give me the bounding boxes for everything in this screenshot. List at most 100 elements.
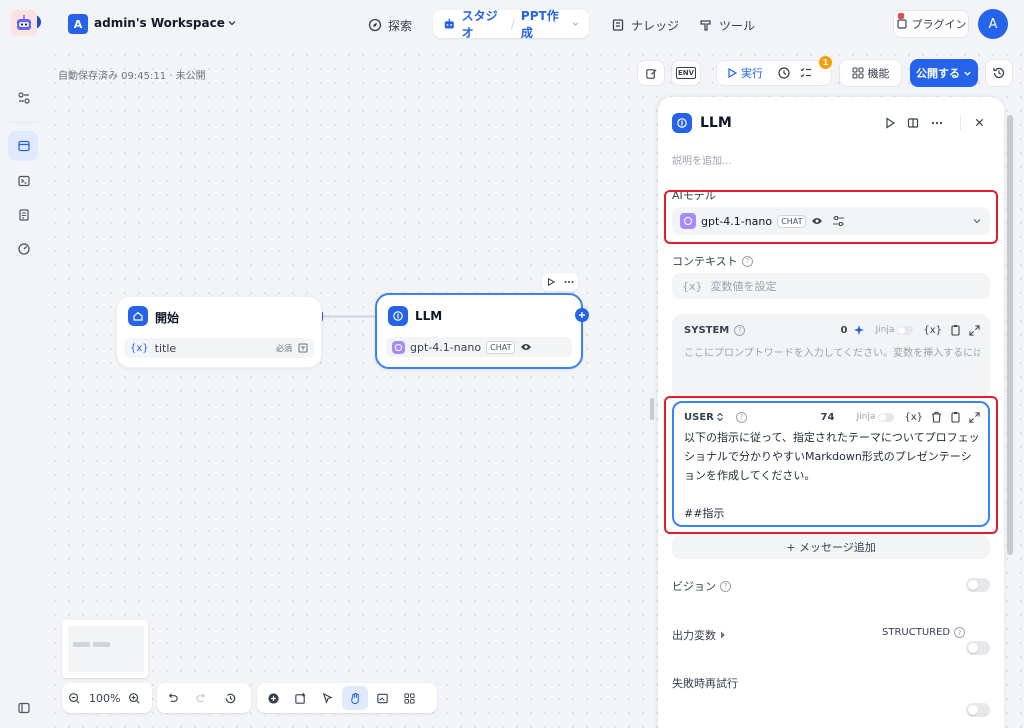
model-mode-tag: CHAT — [486, 340, 516, 354]
add-node-icon[interactable] — [267, 692, 280, 705]
context-placeholder: 変数値を設定 — [710, 280, 777, 293]
structured-output-toggle[interactable] — [966, 641, 990, 655]
context-prefix: {x} — [682, 279, 703, 293]
monitor-gauge-icon[interactable] — [14, 239, 34, 259]
export-image-icon[interactable] — [376, 692, 389, 705]
redo-icon[interactable] — [195, 692, 208, 705]
hammer-icon — [700, 20, 711, 31]
plugin-button[interactable]: プラグイン — [893, 10, 969, 38]
features-label: 機能 — [867, 67, 890, 80]
grid-icon — [852, 67, 863, 79]
pointer-icon[interactable] — [321, 692, 334, 705]
vision-toggle[interactable] — [966, 578, 990, 592]
home-icon — [128, 306, 148, 326]
nav-explore-label: 探索 — [388, 18, 413, 33]
llm-model-row[interactable]: gpt-4.1-nano CHAT — [386, 337, 572, 357]
orchestrate-icon[interactable] — [14, 136, 34, 156]
undo-icon[interactable] — [166, 692, 179, 705]
history-clock-icon — [778, 67, 790, 79]
nav-studio[interactable]: スタジオ / PPT作成 — [433, 7, 589, 41]
more-icon[interactable] — [931, 121, 943, 125]
required-label: 必須 — [276, 343, 292, 353]
app-info-button[interactable] — [637, 60, 665, 86]
system-token-count: 0 — [840, 324, 848, 336]
context-label-text: コンテキスト — [672, 255, 738, 268]
app-icon[interactable] — [11, 10, 37, 36]
run-controls: 実行 — [716, 60, 832, 86]
help-icon[interactable]: ? — [720, 580, 731, 592]
start-variable-row[interactable]: {x} title 必須 — [124, 338, 314, 358]
run-node-icon[interactable] — [884, 117, 896, 129]
copy-icon[interactable] — [950, 324, 961, 336]
panel-resize-handle[interactable] — [650, 398, 654, 420]
add-message-button[interactable]: + メッセージ追加 — [672, 535, 990, 559]
user-avatar[interactable]: A — [978, 9, 1008, 39]
compass-icon — [368, 18, 382, 32]
settings-sliders-icon[interactable] — [14, 88, 34, 108]
history-icon[interactable] — [224, 692, 237, 705]
chevron-down-icon — [572, 22, 578, 26]
expand-icon[interactable] — [969, 324, 980, 336]
env-button[interactable]: ENV — [671, 60, 701, 86]
plugin-label: プラグイン — [911, 18, 967, 31]
terminal-icon[interactable] — [14, 171, 34, 191]
zoom-out-icon[interactable] — [68, 692, 81, 705]
system-role-label: SYSTEM — [684, 324, 730, 336]
llm-node-model: gpt-4.1-nano — [410, 340, 482, 354]
publish-button[interactable]: 公開する — [910, 59, 978, 87]
docs-book-icon[interactable] — [907, 117, 919, 129]
chevron-down-icon — [964, 71, 971, 76]
history-run-button[interactable] — [773, 66, 795, 80]
node-quick-actions — [542, 273, 578, 291]
history-icon — [993, 67, 1005, 79]
panel-scrollbar[interactable] — [1007, 115, 1013, 555]
text-input-icon — [298, 343, 308, 353]
structured-output-label: STRUCTURED ? — [882, 627, 966, 638]
checklist-button[interactable] — [795, 66, 817, 80]
workspace-avatar[interactable]: A — [68, 14, 88, 34]
context-label: コンテキスト ? — [672, 253, 753, 269]
help-icon[interactable]: ? — [954, 627, 966, 638]
panel-header-divider — [960, 116, 961, 130]
sidebar-toggle-icon[interactable] — [14, 698, 34, 718]
workspace-switcher[interactable]: admin's Workspace — [94, 16, 237, 30]
description-input[interactable]: 説明を追加... — [672, 152, 732, 167]
nav-tools[interactable]: ツール — [699, 13, 755, 37]
features-button[interactable]: 機能 — [839, 59, 902, 87]
nav-tools-label: ツール — [719, 18, 756, 33]
output-variables-label[interactable]: 出力変数 — [672, 627, 726, 643]
play-icon — [728, 68, 737, 78]
retry-on-failure-label: 失敗時再試行 — [672, 675, 738, 691]
organize-layout-icon[interactable] — [403, 692, 416, 705]
zoom-level[interactable]: 100% — [89, 692, 120, 705]
nav-explore[interactable]: 探索 — [368, 13, 412, 37]
insert-variable-icon[interactable]: {x} — [923, 325, 942, 336]
logs-icon[interactable] — [14, 205, 34, 225]
sparkle-icon[interactable] — [853, 324, 865, 336]
context-variable-input[interactable]: {x} 変数値を設定 — [672, 273, 990, 299]
zoom-in-icon[interactable] — [128, 692, 141, 705]
hand-tool-button[interactable] — [342, 686, 368, 710]
plugin-notification-dot — [898, 13, 904, 19]
panel-title[interactable]: LLM — [700, 115, 732, 131]
output-variables-text: 出力変数 — [672, 629, 716, 642]
nav-knowledge[interactable]: ナレッジ — [611, 13, 679, 37]
highlight-user-section — [664, 396, 998, 534]
add-note-icon[interactable] — [294, 692, 307, 705]
retry-on-failure-toggle[interactable] — [966, 703, 990, 717]
system-prompt-placeholder[interactable]: ここにプロンプトワードを入力してください。変数を挿入するには「{」を... — [684, 344, 980, 359]
close-icon[interactable] — [974, 117, 985, 128]
add-next-node-button[interactable] — [575, 308, 589, 322]
more-icon[interactable] — [564, 280, 574, 284]
nav-studio-label: スタジオ — [461, 9, 498, 40]
llm-node[interactable] — [375, 293, 583, 369]
help-icon[interactable]: ? — [734, 324, 746, 336]
run-button[interactable]: 実行 — [717, 65, 773, 81]
help-icon[interactable]: ? — [741, 255, 753, 267]
hand-icon — [350, 692, 359, 704]
nav-app-label[interactable]: PPT作成 — [521, 7, 566, 41]
jinja-toggle[interactable]: Jinja — [875, 325, 914, 335]
play-icon[interactable] — [547, 278, 555, 286]
publish-label: 公開する — [916, 67, 960, 80]
version-history-button[interactable] — [985, 59, 1013, 87]
